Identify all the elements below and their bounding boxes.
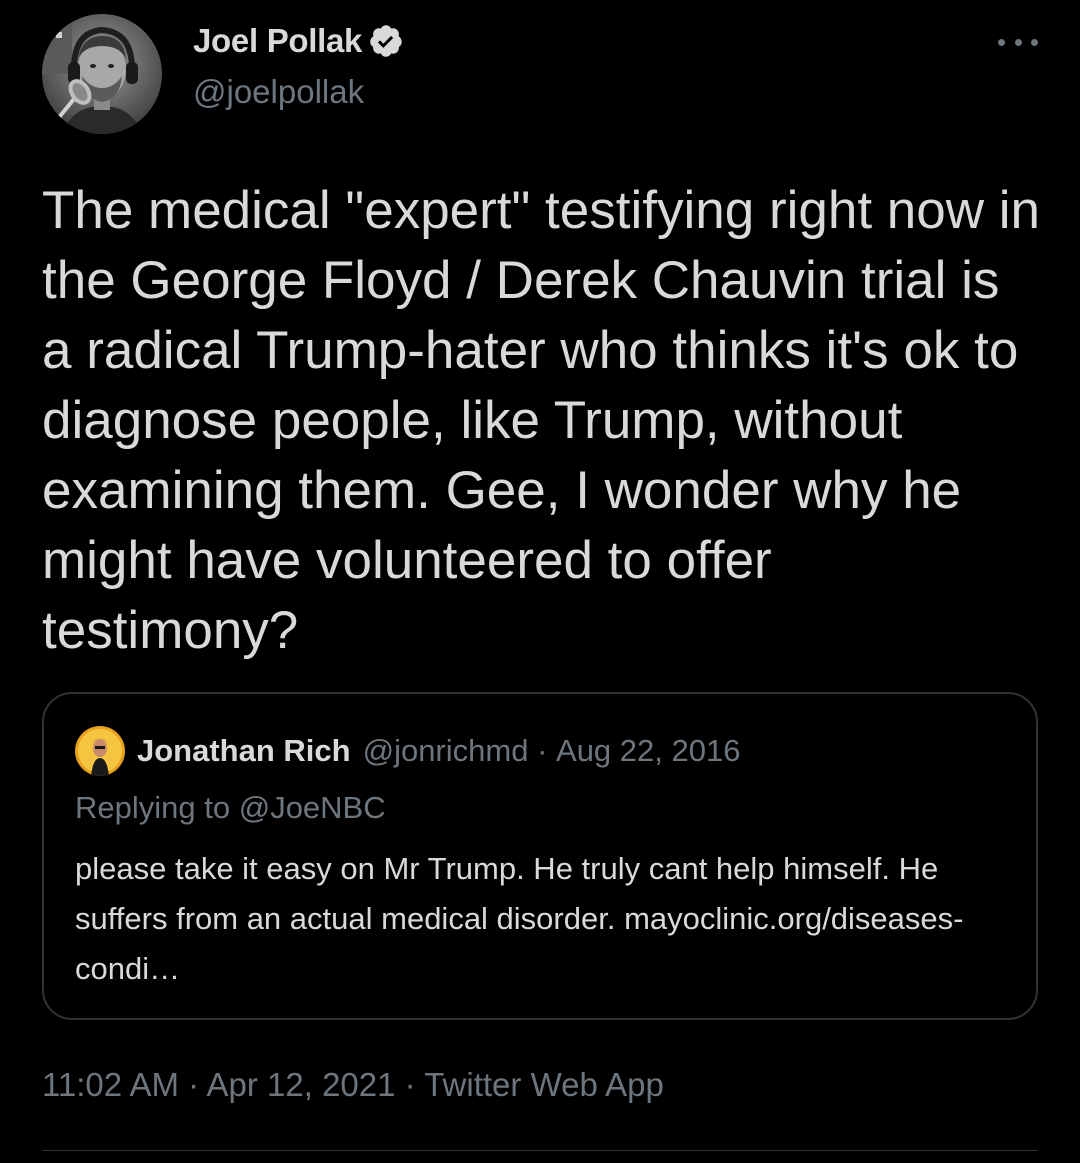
divider: [42, 1150, 1038, 1151]
quoted-tweet-card[interactable]: Jonathan Rich @jonrichmd · Aug 22, 2016 …: [42, 692, 1038, 1020]
author-handle[interactable]: @joelpollak: [193, 73, 364, 111]
quoted-author-name: Jonathan Rich: [137, 733, 351, 768]
author-name[interactable]: Joel Pollak: [193, 22, 362, 60]
more-dot: [998, 38, 1005, 46]
tweet-time[interactable]: 11:02 AM: [42, 1066, 179, 1103]
replying-to-prefix: Replying to: [75, 790, 239, 825]
meta-separator: ·: [528, 733, 557, 768]
tweet-timestamp-row: 11:02 AM · Apr 12, 2021 · Twitter Web Ap…: [42, 1066, 664, 1104]
author-name-row: Joel Pollak: [193, 22, 404, 60]
verified-badge-icon: [368, 23, 404, 59]
replying-to-line: Replying to @JoeNBC: [75, 790, 386, 826]
meta-separator: ·: [178, 1066, 207, 1103]
tweet-text: The medical "expert" testifying right no…: [42, 181, 1040, 660]
author-avatar[interactable]: [42, 14, 162, 134]
meta-separator: ·: [395, 1066, 425, 1103]
quoted-tweet-date: Aug 22, 2016: [556, 733, 741, 768]
quoted-tweet-text: please take it easy on Mr Trump. He trul…: [75, 851, 964, 986]
tweet-date[interactable]: Apr 12, 2021: [207, 1066, 396, 1103]
more-dot: [1014, 38, 1022, 46]
quoted-author-handle: @jonrichmd: [362, 733, 529, 768]
tweet-source-link[interactable]: Twitter Web App: [424, 1066, 664, 1103]
quoted-author-avatar: [75, 726, 125, 776]
replying-to-mention[interactable]: @JoeNBC: [239, 790, 386, 825]
more-dot: [1031, 38, 1038, 46]
quoted-tweet-header: Jonathan Rich @jonrichmd · Aug 22, 2016: [75, 726, 740, 776]
more-options-icon[interactable]: [998, 30, 1038, 54]
